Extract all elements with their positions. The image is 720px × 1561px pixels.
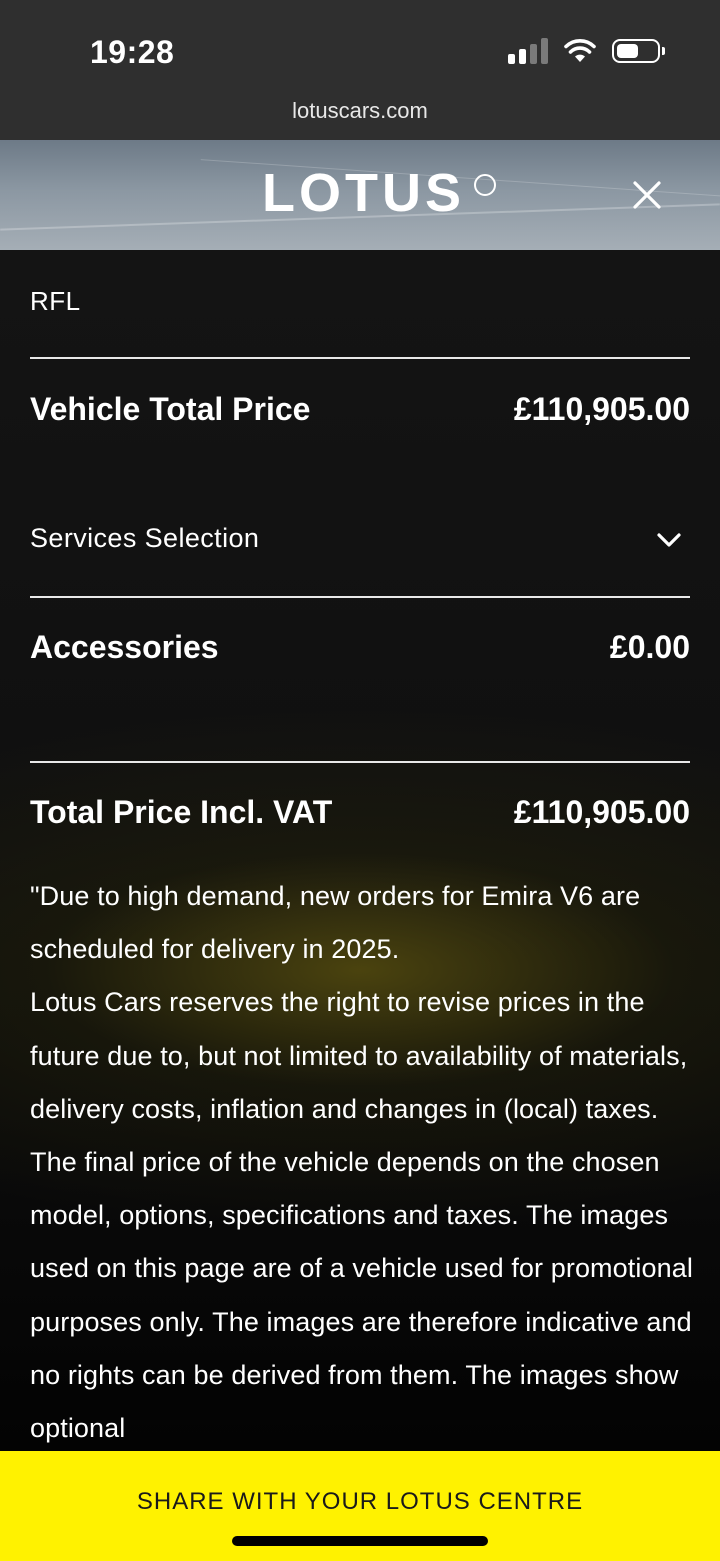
total-incl-vat-label: Total Price Incl. VAT	[30, 794, 333, 830]
signal-icon	[508, 38, 548, 64]
status-bar: 19:28 lotuscars.com	[0, 0, 720, 140]
status-icons	[508, 38, 665, 64]
battery-icon	[612, 39, 665, 63]
lotus-emblem-icon	[474, 174, 496, 196]
divider	[30, 761, 690, 763]
services-selection-toggle[interactable]: Services Selection	[30, 523, 259, 554]
page: 19:28 lotuscars.com LOTUS RFL Vehicle To…	[0, 0, 720, 1561]
chevron-down-icon[interactable]	[656, 530, 682, 550]
close-icon[interactable]	[628, 176, 666, 214]
rfl-label: RFL	[30, 286, 81, 316]
divider	[30, 596, 690, 598]
total-incl-vat-value: £110,905.00	[513, 794, 690, 830]
lotus-logo: LOTUS	[262, 163, 465, 223]
wifi-icon	[564, 39, 596, 62]
home-indicator[interactable]	[232, 1536, 488, 1546]
status-time: 19:28	[90, 34, 175, 70]
vehicle-total-label: Vehicle Total Price	[30, 391, 311, 427]
accessories-value: £0.00	[609, 629, 690, 665]
divider	[30, 357, 690, 359]
vehicle-total-value: £110,905.00	[513, 391, 690, 427]
accessories-label: Accessories	[30, 629, 219, 665]
share-button-label: SHARE WITH YOUR LOTUS CENTRE	[136, 1488, 584, 1515]
address-bar-url[interactable]: lotuscars.com	[0, 98, 720, 124]
price-disclaimer-text: "Due to high demand, new orders for Emir…	[30, 881, 693, 1444]
header-banner: LOTUS	[0, 140, 720, 250]
